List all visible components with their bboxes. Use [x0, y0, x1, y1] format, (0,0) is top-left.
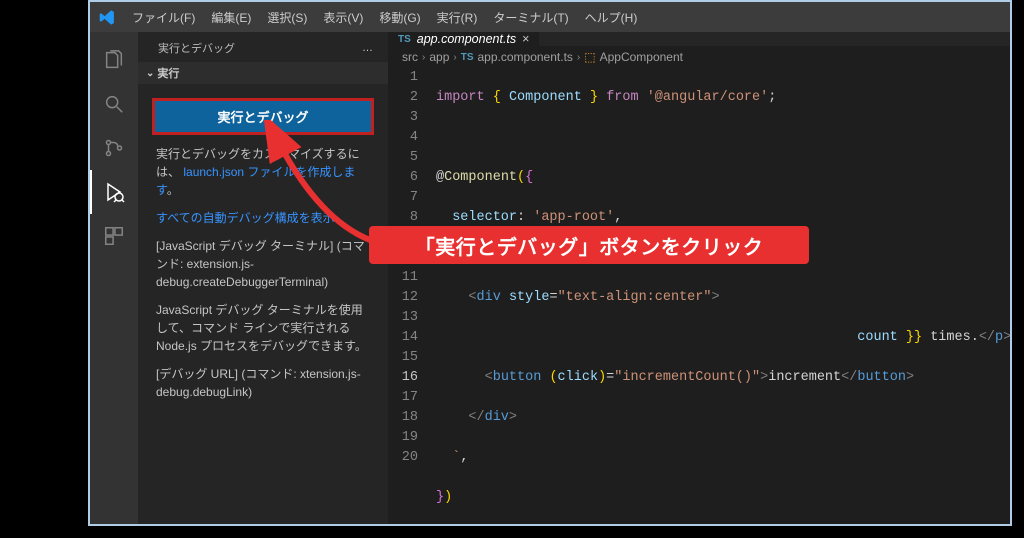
sidebar-debugurl-text: [デバッグ URL] (コマンド: xtension.js-debug.debu… — [138, 365, 388, 411]
sidebar-more-icon[interactable]: … — [362, 42, 374, 54]
typescript-icon: TS — [398, 34, 411, 45]
menu-help[interactable]: ヘルプ(H) — [579, 9, 644, 26]
sidebar-title-label: 実行とデバッグ — [158, 40, 235, 56]
ab-scm[interactable] — [90, 126, 138, 170]
ab-explorer[interactable] — [90, 38, 138, 82]
menu-file[interactable]: ファイル(F) — [126, 9, 201, 26]
sidebar-section-run[interactable]: ⌄ 実行 — [138, 62, 388, 84]
ab-extensions[interactable] — [90, 214, 138, 258]
create-launch-json-link[interactable]: launch.json ファイルを作成します — [156, 165, 355, 197]
breadcrumb-src[interactable]: src — [402, 50, 418, 64]
tab-label: app.component.ts — [417, 32, 516, 46]
chevron-right-icon: › — [453, 52, 456, 63]
sidebar-run-debug: 実行とデバッグ … ⌄ 実行 実行とデバッグ 実行とデバッグをカスタマイズするに… — [138, 32, 388, 524]
tab-bar: TS app.component.ts × — [388, 32, 1010, 46]
breadcrumb[interactable]: src › app › TS app.component.ts › ⬚ AppC… — [388, 46, 1010, 68]
code-editor[interactable]: 1234567891011121314151617181920 import {… — [388, 68, 1010, 524]
show-auto-debug-configs-link[interactable]: すべての自動デバッグ構成を表示 — [156, 211, 335, 225]
vscode-logo-icon — [98, 8, 116, 26]
chevron-right-icon: › — [422, 52, 425, 63]
sidebar-section-label: 実行 — [157, 65, 179, 81]
menubar: ファイル(F) 編集(E) 選択(S) 表示(V) 移動(G) 実行(R) ター… — [90, 2, 1010, 32]
close-tab-icon[interactable]: × — [522, 32, 529, 46]
activity-bar — [90, 32, 138, 524]
run-and-debug-button[interactable]: 実行とデバッグ — [152, 98, 374, 135]
menu-go[interactable]: 移動(G) — [373, 9, 426, 26]
menu-view[interactable]: 表示(V) — [317, 9, 369, 26]
class-icon: ⬚ — [584, 50, 595, 64]
ab-search[interactable] — [90, 82, 138, 126]
breadcrumb-file[interactable]: app.component.ts — [478, 50, 573, 64]
ab-run-debug[interactable] — [90, 170, 138, 214]
menu-selection[interactable]: 選択(S) — [261, 9, 313, 26]
sidebar-customize-text: 実行とデバッグをカスタマイズするには、 launch.json ファイルを作成し… — [138, 145, 388, 209]
typescript-icon: TS — [461, 52, 474, 63]
breadcrumb-symbol[interactable]: AppComponent — [600, 50, 683, 64]
sidebar-auto-attach: すべての自動デバッグ構成を表示 — [138, 209, 388, 237]
editor-area: TS app.component.ts × src › app › TS app… — [388, 32, 1010, 524]
code-lines[interactable]: import { Component } from '@angular/core… — [432, 68, 1010, 524]
sidebar-jsterm-heading: [JavaScript デバッグ ターミナル] (コマンド: extension… — [138, 237, 388, 301]
gutter: 1234567891011121314151617181920 — [388, 68, 432, 524]
breadcrumb-app[interactable]: app — [429, 50, 449, 64]
menu-edit[interactable]: 編集(E) — [205, 9, 257, 26]
chevron-down-icon: ⌄ — [146, 68, 154, 79]
tab-app-component[interactable]: TS app.component.ts × — [388, 32, 539, 46]
menu-terminal[interactable]: ターミナル(T) — [487, 9, 574, 26]
chevron-right-icon: › — [577, 52, 580, 63]
menu-run[interactable]: 実行(R) — [431, 9, 484, 26]
sidebar-title: 実行とデバッグ … — [138, 32, 388, 62]
annotation-callout: 「実行とデバッグ」ボタンをクリック — [369, 226, 809, 264]
sidebar-jsterm-text: JavaScript デバッグ ターミナルを使用して、コマンド ラインで実行され… — [138, 301, 388, 365]
